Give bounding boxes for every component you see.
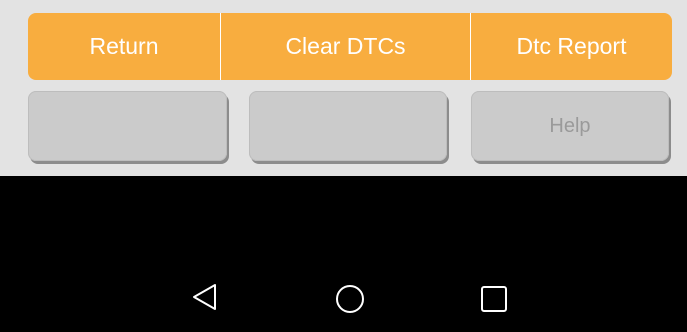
help-button[interactable]: Help	[471, 91, 669, 161]
clear-dtcs-button[interactable]: Clear DTCs	[220, 13, 470, 80]
android-navigation-bar	[0, 176, 687, 332]
recent-apps-icon[interactable]	[480, 285, 508, 318]
return-button[interactable]: Return	[28, 13, 220, 80]
home-icon[interactable]	[334, 283, 366, 320]
primary-toolbar: Return Clear DTCs Dtc Report	[28, 13, 672, 80]
dtc-report-button[interactable]: Dtc Report	[470, 13, 672, 80]
blank-button-1[interactable]	[28, 91, 227, 161]
blank-button-2[interactable]	[249, 91, 447, 161]
button-panel: Return Clear DTCs Dtc Report Help	[0, 0, 687, 176]
back-icon[interactable]	[190, 282, 220, 317]
